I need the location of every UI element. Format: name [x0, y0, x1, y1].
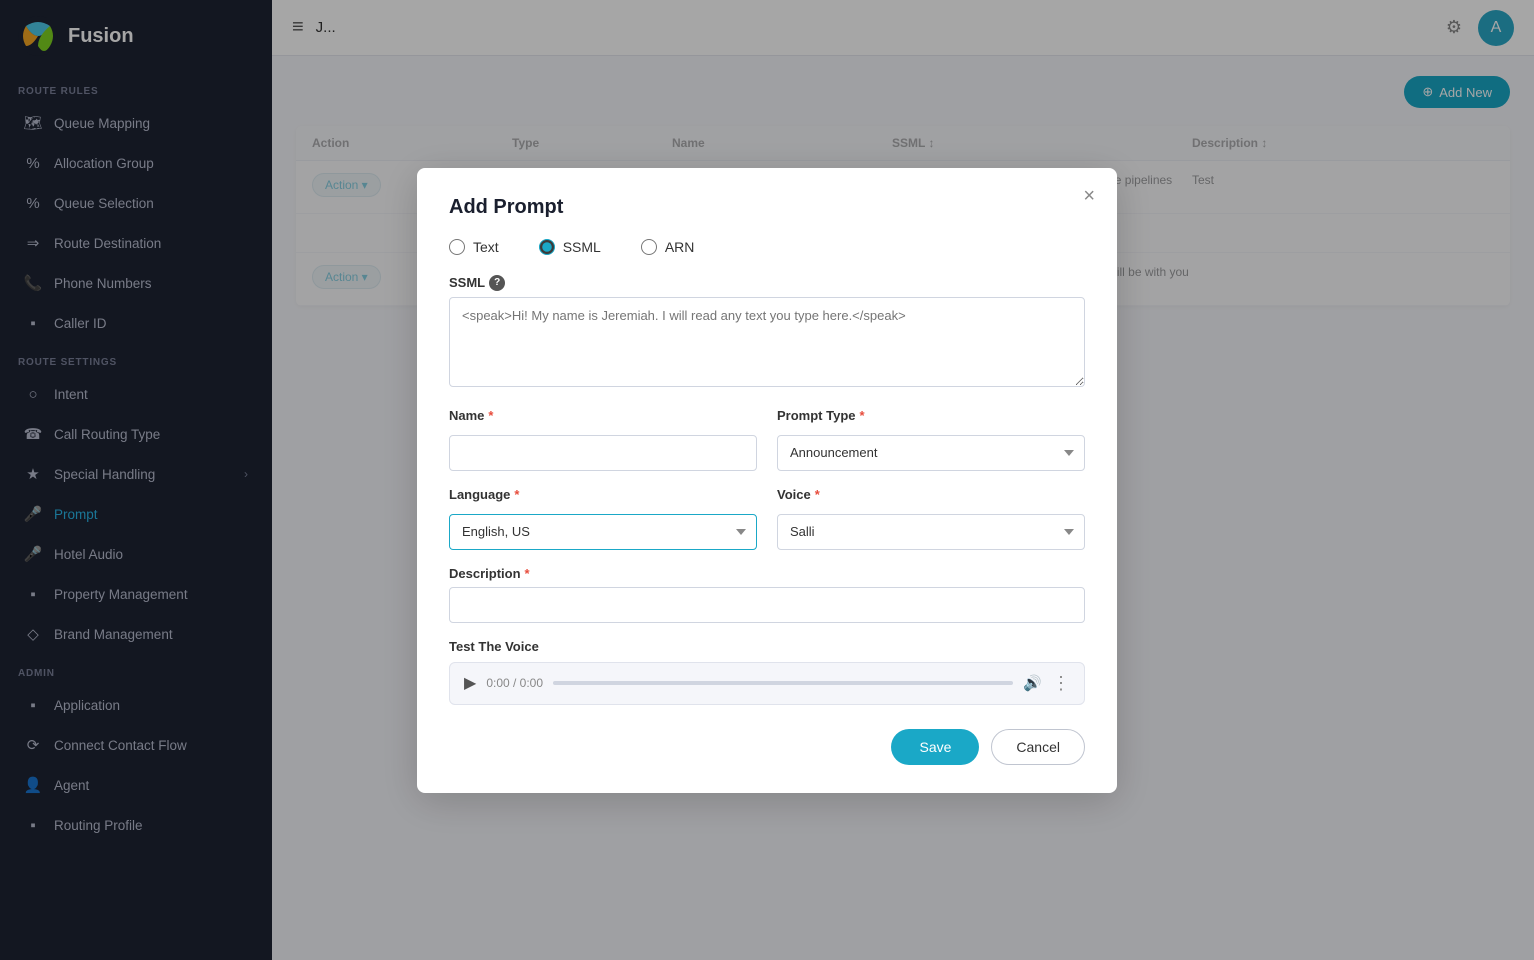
- modal-close-button[interactable]: ×: [1083, 186, 1095, 206]
- description-input[interactable]: [449, 587, 1085, 623]
- cancel-button[interactable]: Cancel: [991, 729, 1085, 765]
- volume-button[interactable]: 🔊: [1023, 674, 1042, 692]
- prompt-type-label-text: Prompt Type: [777, 408, 856, 423]
- name-label: Name *: [449, 408, 757, 423]
- radio-text-input[interactable]: [449, 239, 465, 255]
- name-input[interactable]: [449, 435, 757, 471]
- ssml-label-text: SSML: [449, 275, 485, 290]
- prompt-type-radio-group: Text SSML ARN: [449, 239, 1085, 255]
- description-label: Description *: [449, 566, 1085, 581]
- ssml-textarea[interactable]: [449, 297, 1085, 387]
- test-voice-section: Test The Voice ▶ 0:00 / 0:00 🔊 ⋮: [449, 639, 1085, 705]
- test-voice-label: Test The Voice: [449, 639, 1085, 654]
- modal-overlay[interactable]: Add Prompt × Text SSML ARN SSML ?: [0, 0, 1534, 960]
- voice-field-group: Voice * Salli Joanna Kendra Kimberly: [777, 487, 1085, 550]
- save-button[interactable]: Save: [891, 729, 979, 765]
- language-select[interactable]: English, US English, UK Spanish French: [449, 514, 757, 550]
- ssml-help-icon[interactable]: ?: [489, 275, 505, 291]
- voice-label: Voice *: [777, 487, 1085, 502]
- progress-bar-container[interactable]: [553, 681, 1013, 685]
- modal-title: Add Prompt: [449, 196, 1085, 219]
- description-label-text: Description: [449, 566, 521, 581]
- radio-arn-label: ARN: [665, 239, 695, 255]
- radio-text[interactable]: Text: [449, 239, 499, 255]
- name-label-text: Name: [449, 408, 484, 423]
- name-required-star: *: [488, 408, 493, 423]
- language-required-star: *: [514, 487, 519, 502]
- audio-time: 0:00 / 0:00: [486, 676, 543, 690]
- language-field-group: Language * English, US English, UK Spani…: [449, 487, 757, 550]
- name-field-group: Name *: [449, 408, 757, 471]
- prompt-type-required-star: *: [860, 408, 865, 423]
- language-label-text: Language: [449, 487, 510, 502]
- voice-required-star: *: [815, 487, 820, 502]
- audio-player: ▶ 0:00 / 0:00 🔊 ⋮: [449, 662, 1085, 705]
- language-voice-row: Language * English, US English, UK Spani…: [449, 487, 1085, 550]
- add-prompt-modal: Add Prompt × Text SSML ARN SSML ?: [417, 168, 1117, 793]
- language-label: Language *: [449, 487, 757, 502]
- voice-label-text: Voice: [777, 487, 811, 502]
- radio-ssml-input[interactable]: [539, 239, 555, 255]
- name-prompttype-row: Name * Prompt Type * Announcement Greeti…: [449, 408, 1085, 471]
- more-options-button[interactable]: ⋮: [1052, 673, 1070, 694]
- description-field-group: Description *: [449, 566, 1085, 623]
- ssml-field-label: SSML ?: [449, 275, 1085, 291]
- prompt-type-field-group: Prompt Type * Announcement Greeting Hold…: [777, 408, 1085, 471]
- play-button[interactable]: ▶: [464, 673, 476, 693]
- radio-arn-input[interactable]: [641, 239, 657, 255]
- prompt-type-label: Prompt Type *: [777, 408, 1085, 423]
- radio-ssml[interactable]: SSML: [539, 239, 601, 255]
- radio-arn[interactable]: ARN: [641, 239, 695, 255]
- radio-text-label: Text: [473, 239, 499, 255]
- prompt-type-select[interactable]: Announcement Greeting Hold Goodbye: [777, 435, 1085, 471]
- radio-ssml-label: SSML: [563, 239, 601, 255]
- modal-footer: Save Cancel: [449, 729, 1085, 765]
- description-required-star: *: [525, 566, 530, 581]
- voice-select[interactable]: Salli Joanna Kendra Kimberly: [777, 514, 1085, 550]
